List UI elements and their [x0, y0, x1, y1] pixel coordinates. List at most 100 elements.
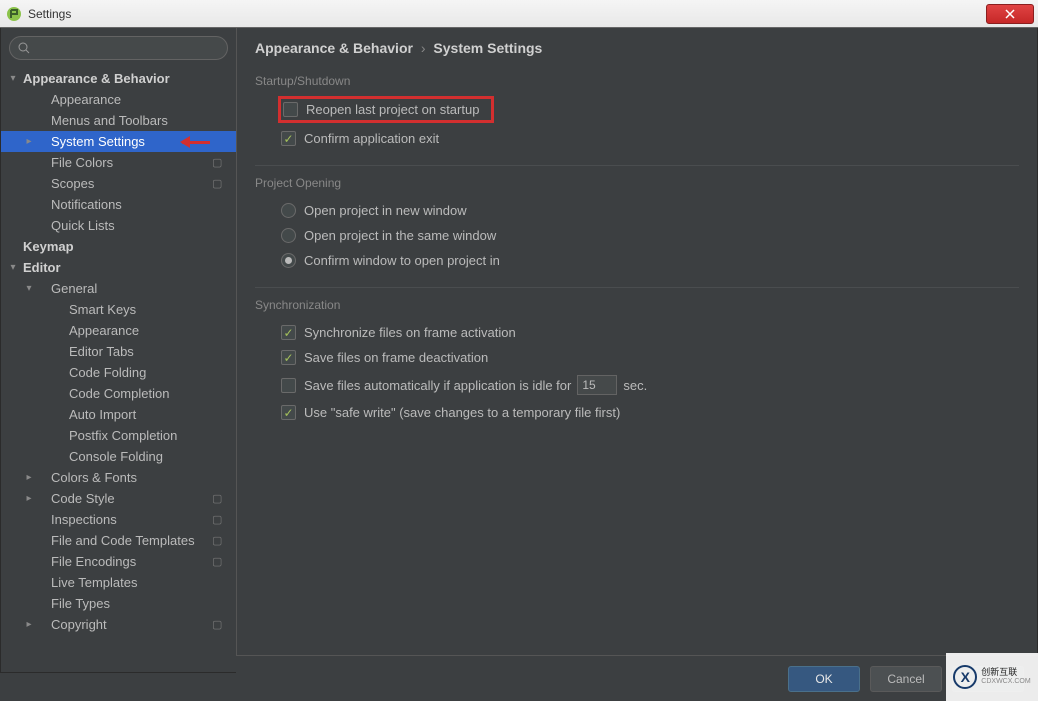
search-icon	[18, 42, 30, 54]
tree-item-notifications[interactable]: Notifications	[1, 194, 236, 215]
tree-item-label: Scopes	[51, 176, 212, 191]
breadcrumb-parent[interactable]: Appearance & Behavior	[255, 40, 413, 56]
chevron-down-icon: ▾	[7, 262, 19, 273]
tree-item-label: File Types	[51, 596, 236, 611]
tree-item-label: Appearance	[51, 92, 236, 107]
section-title: Synchronization	[255, 298, 1019, 312]
tree-item-system-settings[interactable]: ▸System Settings	[1, 131, 236, 152]
open-same-window-row: Open project in the same window	[255, 223, 1019, 248]
ok-button[interactable]: OK	[788, 666, 860, 692]
tree-item-label: Menus and Toolbars	[51, 113, 236, 128]
tree-item-general[interactable]: ▾General	[1, 278, 236, 299]
share-icon: ▢	[212, 177, 228, 190]
save-deactivation-checkbox[interactable]	[281, 350, 296, 365]
open-new-window-row: Open project in new window	[255, 198, 1019, 223]
auto-save-checkbox[interactable]	[281, 378, 296, 393]
section-opening: Project Opening Open project in new wind…	[255, 176, 1019, 288]
section-sync: Synchronization Synchronize files on fra…	[255, 298, 1019, 439]
search-input[interactable]	[34, 41, 219, 55]
window-title: Settings	[28, 7, 986, 21]
tree-item-console-folding[interactable]: Console Folding	[1, 446, 236, 467]
safe-write-label[interactable]: Use "safe write" (save changes to a temp…	[304, 405, 620, 420]
auto-save-suffix: sec.	[623, 378, 647, 393]
tree-item-label: Code Folding	[69, 365, 236, 380]
tree-item-label: File Encodings	[51, 554, 212, 569]
tree-item-label: File Colors	[51, 155, 212, 170]
confirm-window-row: Confirm window to open project in	[255, 248, 1019, 273]
highlight-reopen: Reopen last project on startup	[278, 96, 494, 123]
auto-save-row: Save files automatically if application …	[255, 370, 1019, 400]
tree-item-label: Appearance & Behavior	[23, 71, 236, 86]
tree-item-label: Console Folding	[69, 449, 236, 464]
tree-item-postfix-completion[interactable]: Postfix Completion	[1, 425, 236, 446]
tree-item-appearance-behavior[interactable]: ▾ Appearance & Behavior	[1, 68, 236, 89]
tree-item-file-and-code-templates[interactable]: File and Code Templates▢	[1, 530, 236, 551]
sidebar: ▾ Appearance & Behavior Appearance Menus an…	[1, 28, 237, 672]
arrow-left-icon	[180, 136, 220, 148]
share-icon: ▢	[212, 156, 228, 169]
tree-item-code-folding[interactable]: Code Folding	[1, 362, 236, 383]
section-title: Startup/Shutdown	[255, 74, 1019, 88]
reopen-checkbox[interactable]	[283, 102, 298, 117]
tree-item-label: Code Completion	[69, 386, 236, 401]
idle-seconds-input[interactable]	[577, 375, 617, 395]
share-icon: ▢	[212, 513, 228, 526]
tree-item-quick-lists[interactable]: Quick Lists	[1, 215, 236, 236]
tree-item-appearance[interactable]: Appearance	[1, 89, 236, 110]
tree-item-label: Editor Tabs	[69, 344, 236, 359]
open-new-window-radio[interactable]	[281, 203, 296, 218]
open-same-window-label[interactable]: Open project in the same window	[304, 228, 496, 243]
tree-item-label: Auto Import	[69, 407, 236, 422]
sync-frame-label[interactable]: Synchronize files on frame activation	[304, 325, 516, 340]
tree-item-code-completion[interactable]: Code Completion	[1, 383, 236, 404]
chevron-right-icon: ›	[421, 40, 426, 56]
safe-write-row: Use "safe write" (save changes to a temp…	[255, 400, 1019, 425]
tree-item-label: Quick Lists	[51, 218, 236, 233]
tree-item-file-encodings[interactable]: File Encodings▢	[1, 551, 236, 572]
tree-item-inspections[interactable]: Inspections▢	[1, 509, 236, 530]
confirm-exit-checkbox[interactable]	[281, 131, 296, 146]
tree-item-code-style[interactable]: ▸Code Style▢	[1, 488, 236, 509]
tree-item-auto-import[interactable]: Auto Import	[1, 404, 236, 425]
close-button[interactable]	[986, 4, 1034, 24]
tree-item-editor[interactable]: ▾Editor	[1, 257, 236, 278]
confirm-window-radio[interactable]	[281, 253, 296, 268]
auto-save-prefix[interactable]: Save files automatically if application …	[304, 378, 571, 393]
content-panel: Appearance & Behavior › System Settings …	[237, 28, 1037, 672]
tree-item-menus-and-toolbars[interactable]: Menus and Toolbars	[1, 110, 236, 131]
confirm-exit-label[interactable]: Confirm application exit	[304, 131, 439, 146]
save-deactivation-label[interactable]: Save files on frame deactivation	[304, 350, 488, 365]
sync-frame-checkbox[interactable]	[281, 325, 296, 340]
tree-item-label: Inspections	[51, 512, 212, 527]
tree-item-copyright[interactable]: ▸Copyright▢	[1, 614, 236, 635]
chevron-right-icon: ▸	[23, 619, 35, 630]
chevron-right-icon: ▸	[23, 136, 35, 147]
settings-tree: ▾ Appearance & Behavior Appearance Menus an…	[1, 68, 236, 672]
safe-write-checkbox[interactable]	[281, 405, 296, 420]
tree-item-live-templates[interactable]: Live Templates	[1, 572, 236, 593]
tree-item-label: Live Templates	[51, 575, 236, 590]
cancel-button[interactable]: Cancel	[870, 666, 942, 692]
confirm-window-label[interactable]: Confirm window to open project in	[304, 253, 500, 268]
breadcrumb: Appearance & Behavior › System Settings	[255, 40, 1019, 56]
tree-item-appearance[interactable]: Appearance	[1, 320, 236, 341]
tree-item-label: Copyright	[51, 617, 212, 632]
chevron-down-icon: ▾	[7, 73, 19, 84]
tree-item-keymap[interactable]: Keymap	[1, 236, 236, 257]
tree-item-label: Smart Keys	[69, 302, 236, 317]
chevron-down-icon: ▾	[23, 283, 35, 294]
tree-item-file-types[interactable]: File Types	[1, 593, 236, 614]
confirm-exit-row: Confirm application exit	[255, 126, 1019, 151]
tree-item-smart-keys[interactable]: Smart Keys	[1, 299, 236, 320]
tree-item-scopes[interactable]: Scopes▢	[1, 173, 236, 194]
open-new-window-label[interactable]: Open project in new window	[304, 203, 467, 218]
tree-item-colors-fonts[interactable]: ▸Colors & Fonts	[1, 467, 236, 488]
tree-item-file-colors[interactable]: File Colors▢	[1, 152, 236, 173]
breadcrumb-current: System Settings	[433, 40, 542, 56]
reopen-label[interactable]: Reopen last project on startup	[306, 102, 479, 117]
open-same-window-radio[interactable]	[281, 228, 296, 243]
tree-item-editor-tabs[interactable]: Editor Tabs	[1, 341, 236, 362]
search-box[interactable]	[9, 36, 228, 60]
tree-item-label: Postfix Completion	[69, 428, 236, 443]
share-icon: ▢	[212, 555, 228, 568]
